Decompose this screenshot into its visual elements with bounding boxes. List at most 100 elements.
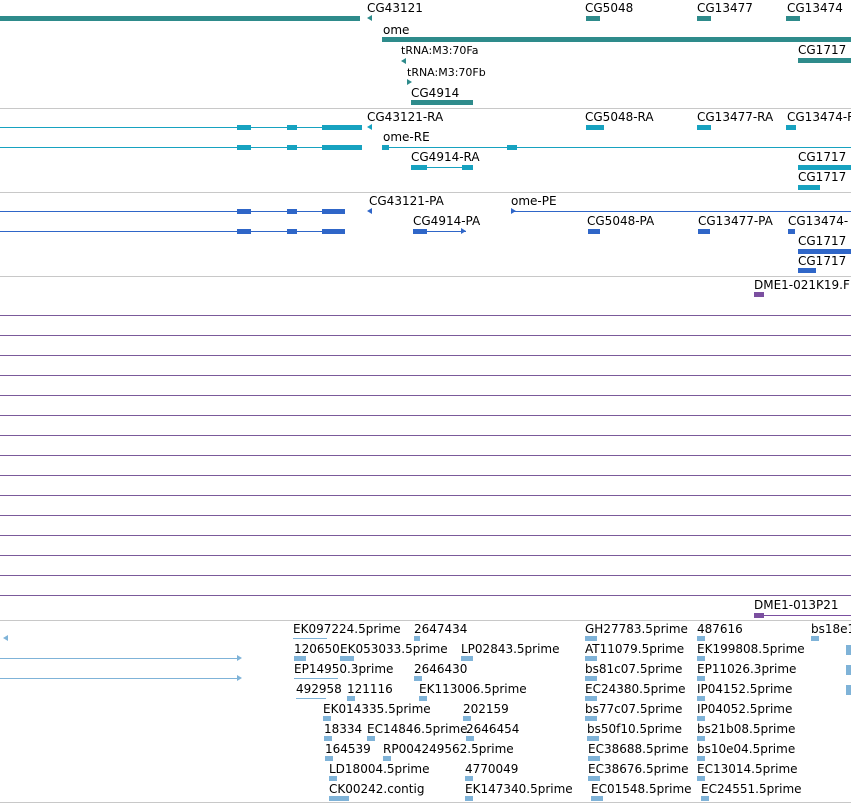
protein-label[interactable]: CG5048-PA (587, 215, 654, 228)
est-block[interactable] (324, 736, 332, 741)
exon-block[interactable] (411, 165, 427, 170)
est-label[interactable]: AT11079.5prime (585, 643, 684, 656)
gene-bar[interactable] (0, 16, 360, 21)
est-line[interactable] (294, 678, 338, 679)
est-block[interactable] (414, 676, 422, 681)
protein-label[interactable]: ome-PE (511, 195, 557, 208)
est-label[interactable]: EK014335.5prime (323, 703, 431, 716)
protein-block[interactable] (788, 229, 795, 234)
est-label[interactable]: EP14950.3prime (294, 663, 393, 676)
est-block[interactable] (591, 796, 603, 801)
clone-bar[interactable] (754, 292, 764, 297)
est-block[interactable] (846, 645, 851, 655)
est-label[interactable]: LP02843.5prime (461, 643, 560, 656)
est-block[interactable] (585, 716, 597, 721)
protein-label[interactable]: CG43121-PA (369, 195, 444, 208)
est-label[interactable]: IP04152.5prime (697, 683, 792, 696)
protein-block[interactable] (413, 229, 427, 234)
protein-block[interactable] (698, 229, 710, 234)
est-block[interactable] (585, 636, 597, 641)
gene-bar[interactable] (697, 16, 711, 21)
protein-line[interactable] (511, 211, 851, 212)
gene-bar[interactable] (382, 37, 851, 42)
clone-line[interactable] (0, 495, 851, 496)
transcript-line[interactable] (0, 127, 360, 128)
exon-block[interactable] (798, 185, 820, 190)
est-label[interactable]: 2646430 (414, 663, 467, 676)
est-block[interactable] (323, 716, 331, 721)
est-block[interactable] (701, 796, 709, 801)
clone-line[interactable] (0, 515, 851, 516)
est-label[interactable]: bs50f10.5prime (587, 723, 682, 736)
protein-block[interactable] (322, 229, 345, 234)
transcript-label[interactable]: CG13474-R (787, 111, 851, 124)
gene-bar[interactable] (411, 100, 473, 105)
gene-bar[interactable] (786, 16, 800, 21)
est-label[interactable]: CK00242.contig (329, 783, 424, 796)
est-block[interactable] (697, 776, 705, 781)
est-block[interactable] (367, 736, 375, 741)
clone-line[interactable] (0, 415, 851, 416)
transcript-label[interactable]: CG1717 (798, 171, 846, 184)
est-label[interactable]: EK053033.5prime (340, 643, 448, 656)
protein-block[interactable] (588, 229, 600, 234)
est-block[interactable] (463, 716, 471, 721)
clone-line[interactable] (0, 455, 851, 456)
est-block[interactable] (347, 696, 355, 701)
est-block[interactable] (588, 756, 600, 761)
est-label[interactable]: EC24551.5prime (701, 783, 802, 796)
est-block[interactable] (585, 676, 597, 681)
est-block[interactable] (697, 676, 705, 681)
clone-line[interactable] (0, 375, 851, 376)
protein-block[interactable] (287, 229, 297, 234)
est-label[interactable]: bs21b08.5prime (697, 723, 795, 736)
est-block[interactable] (414, 636, 420, 641)
est-label[interactable]: 2647434 (414, 623, 467, 636)
exon-block[interactable] (237, 145, 251, 150)
est-label[interactable]: bs81c07.5prime (585, 663, 682, 676)
est-line[interactable] (293, 638, 327, 639)
clone-label[interactable]: DME1-021K19.F (754, 279, 850, 292)
est-block[interactable] (697, 636, 705, 641)
gene-bar[interactable] (586, 16, 600, 21)
gene-label[interactable]: tRNA:M3:70Fb (407, 66, 486, 79)
est-block[interactable] (340, 656, 354, 661)
est-block[interactable] (419, 696, 427, 701)
est-label[interactable]: EC13014.5prime (697, 763, 798, 776)
protein-block[interactable] (287, 209, 297, 214)
est-block[interactable] (697, 716, 705, 721)
est-label[interactable]: EC24380.5prime (585, 683, 686, 696)
exon-block[interactable] (462, 165, 473, 170)
protein-label[interactable]: CG13477-PA (698, 215, 773, 228)
est-block[interactable] (697, 736, 705, 741)
est-label[interactable]: 492958 (296, 683, 342, 696)
est-label[interactable]: IP04052.5prime (697, 703, 792, 716)
est-label[interactable]: 164539 (325, 743, 371, 756)
est-block[interactable] (697, 696, 705, 701)
protein-block[interactable] (322, 209, 345, 214)
clone-line[interactable] (0, 435, 851, 436)
gene-label[interactable]: CG43121 (367, 2, 423, 15)
est-label[interactable]: 4770049 (465, 763, 518, 776)
est-block[interactable] (588, 776, 600, 781)
exon-block[interactable] (786, 125, 796, 130)
transcript-label[interactable]: CG4914-RA (411, 151, 480, 164)
gene-label[interactable]: CG5048 (585, 2, 633, 15)
exon-block[interactable] (287, 145, 297, 150)
est-label[interactable]: EC14846.5prime (367, 723, 468, 736)
est-block[interactable] (585, 696, 597, 701)
est-label[interactable]: 18334 (324, 723, 362, 736)
transcript-label[interactable]: ome-RE (383, 131, 430, 144)
clone-line[interactable] (0, 355, 851, 356)
est-block[interactable] (325, 756, 333, 761)
gene-label[interactable]: ome (383, 24, 409, 37)
est-block[interactable] (846, 685, 851, 695)
exon-block[interactable] (507, 145, 517, 150)
est-label[interactable]: bs77c07.5prime (585, 703, 682, 716)
transcript-label[interactable]: CG5048-RA (585, 111, 654, 124)
transcript-line[interactable] (0, 147, 360, 148)
protein-label[interactable]: CG1717 (798, 235, 846, 248)
clone-line[interactable] (0, 475, 851, 476)
est-label[interactable]: GH27783.5prime (585, 623, 688, 636)
est-line[interactable] (0, 658, 240, 659)
